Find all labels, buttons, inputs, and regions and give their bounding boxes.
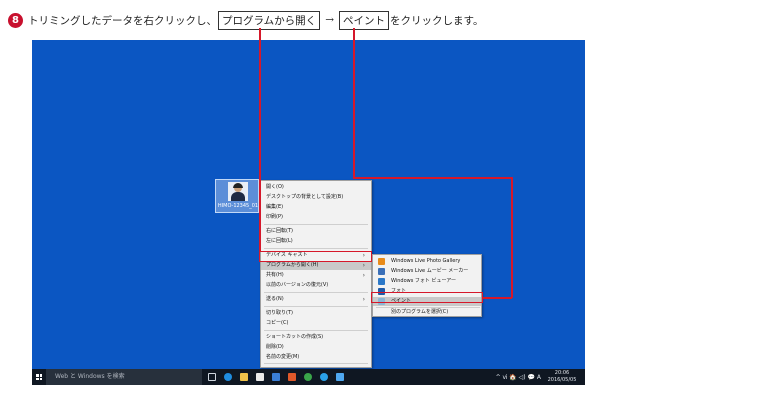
- menu-item-set-background[interactable]: デスクトップの背景として設定(B): [261, 193, 371, 202]
- clock-time: 20:06: [554, 370, 570, 376]
- file-thumbnail-portrait-icon: [228, 182, 248, 201]
- context-menu: 開く(O) デスクトップの背景として設定(B) 編集(E) 印刷(P) 右に回転…: [260, 180, 372, 368]
- taskbar-search-box[interactable]: Web と Windows を検索: [46, 369, 202, 385]
- media-app-icon[interactable]: [288, 373, 296, 381]
- chevron-right-icon: ›: [362, 262, 365, 269]
- green-app-icon[interactable]: [304, 373, 312, 381]
- menu-item-create-shortcut[interactable]: ショートカットの作成(S): [261, 333, 371, 342]
- start-button[interactable]: [32, 369, 46, 385]
- photo-gallery-icon: [378, 258, 385, 265]
- submenu-item-choose-another[interactable]: 別のプログラムを選択(C): [373, 308, 481, 317]
- menu-separator: [264, 330, 368, 331]
- movie-maker-icon: [378, 268, 385, 275]
- menu-item-cut[interactable]: 切り取り(T): [261, 309, 371, 318]
- instruction-text-before: トリミングしたデータを右クリックし、: [28, 14, 217, 27]
- menu-item-rotate-left[interactable]: 左に回転(L): [261, 237, 371, 246]
- callout-line-paint-horizontal: [353, 177, 513, 179]
- image-file-icon[interactable]: HIMO-12345_01: [215, 179, 259, 213]
- menu-item-rotate-right[interactable]: 右に回転(T): [261, 227, 371, 236]
- menu-separator: [264, 292, 368, 293]
- callout-box-paint: [371, 292, 483, 303]
- menu-item-copy[interactable]: コピー(C): [261, 319, 371, 328]
- task-view-icon[interactable]: [208, 373, 216, 381]
- menu-item-restore-previous[interactable]: 以前のバージョンの復元(V): [261, 281, 371, 290]
- desktop: HIMO-12345_01 開く(O) デスクトップの背景として設定(B) 編集…: [32, 40, 585, 385]
- chevron-right-icon: ›: [362, 296, 365, 303]
- menu-separator: [264, 363, 368, 364]
- menu-separator: [264, 224, 368, 225]
- menu-separator: [264, 306, 368, 307]
- menu-separator: [264, 248, 368, 249]
- callout-box-open-with: [259, 251, 372, 262]
- instruction-line: 8 トリミングしたデータを右クリックし、 プログラムから開く → ペイント をク…: [8, 9, 483, 31]
- menu-item-open-with[interactable]: プログラムから開く(H) ›: [261, 261, 371, 270]
- taskbar-clock[interactable]: 20:06 2016/05/05: [543, 370, 581, 384]
- instruction-arrow: →: [325, 14, 334, 26]
- callout-line-paint-down: [511, 177, 513, 298]
- menu-item-open[interactable]: 開く(O): [261, 183, 371, 192]
- submenu-item-movie-maker[interactable]: Windows Live ムービー メーカー: [373, 267, 481, 276]
- system-tray[interactable]: ^ ⅵ 🏠 ◁) 💬 A: [496, 369, 541, 385]
- open-with-submenu: Windows Live Photo Gallery Windows Live …: [372, 254, 482, 317]
- menu-item-delete[interactable]: 削除(D): [261, 343, 371, 352]
- photo-viewer-icon: [378, 278, 385, 285]
- chevron-right-icon: ›: [362, 272, 365, 279]
- submenu-item-photo-gallery[interactable]: Windows Live Photo Gallery: [373, 257, 481, 266]
- menu-item-rename[interactable]: 名前の変更(M): [261, 353, 371, 362]
- instruction-target-paint: ペイント: [339, 10, 389, 30]
- instruction-target-open-with: プログラムから開く: [218, 10, 321, 30]
- mail-app-icon[interactable]: [336, 373, 344, 381]
- clock-date: 2016/05/05: [547, 377, 577, 383]
- taskbar: Web と Windows を検索 ^ ⅵ 🏠 ◁) 💬 A 20:06 201…: [32, 369, 585, 385]
- callout-line-paint-vertical: [353, 28, 355, 178]
- store-icon[interactable]: [256, 373, 264, 381]
- menu-item-send-to[interactable]: 送る(N) ›: [261, 295, 371, 304]
- blue-app-icon[interactable]: [320, 373, 328, 381]
- submenu-item-photo-viewer[interactable]: Windows フォト ビューアー: [373, 277, 481, 286]
- menu-item-edit[interactable]: 編集(E): [261, 203, 371, 212]
- menu-item-share[interactable]: 共有(H) ›: [261, 271, 371, 280]
- callout-line-paint-to-box: [483, 297, 512, 299]
- system-tray-icons: ^ ⅵ 🏠 ◁) 💬 A: [495, 373, 541, 381]
- callout-line-open-with: [259, 28, 261, 252]
- photos-app-icon[interactable]: [272, 373, 280, 381]
- menu-item-print[interactable]: 印刷(P): [261, 213, 371, 222]
- windows-logo-icon: [36, 374, 42, 380]
- file-name-label: HIMO-12345_01: [217, 203, 259, 209]
- step-number-badge: 8: [8, 12, 23, 28]
- edge-browser-icon[interactable]: [224, 373, 232, 381]
- file-explorer-icon[interactable]: [240, 373, 248, 381]
- instruction-text-after: をクリックします。: [390, 14, 484, 27]
